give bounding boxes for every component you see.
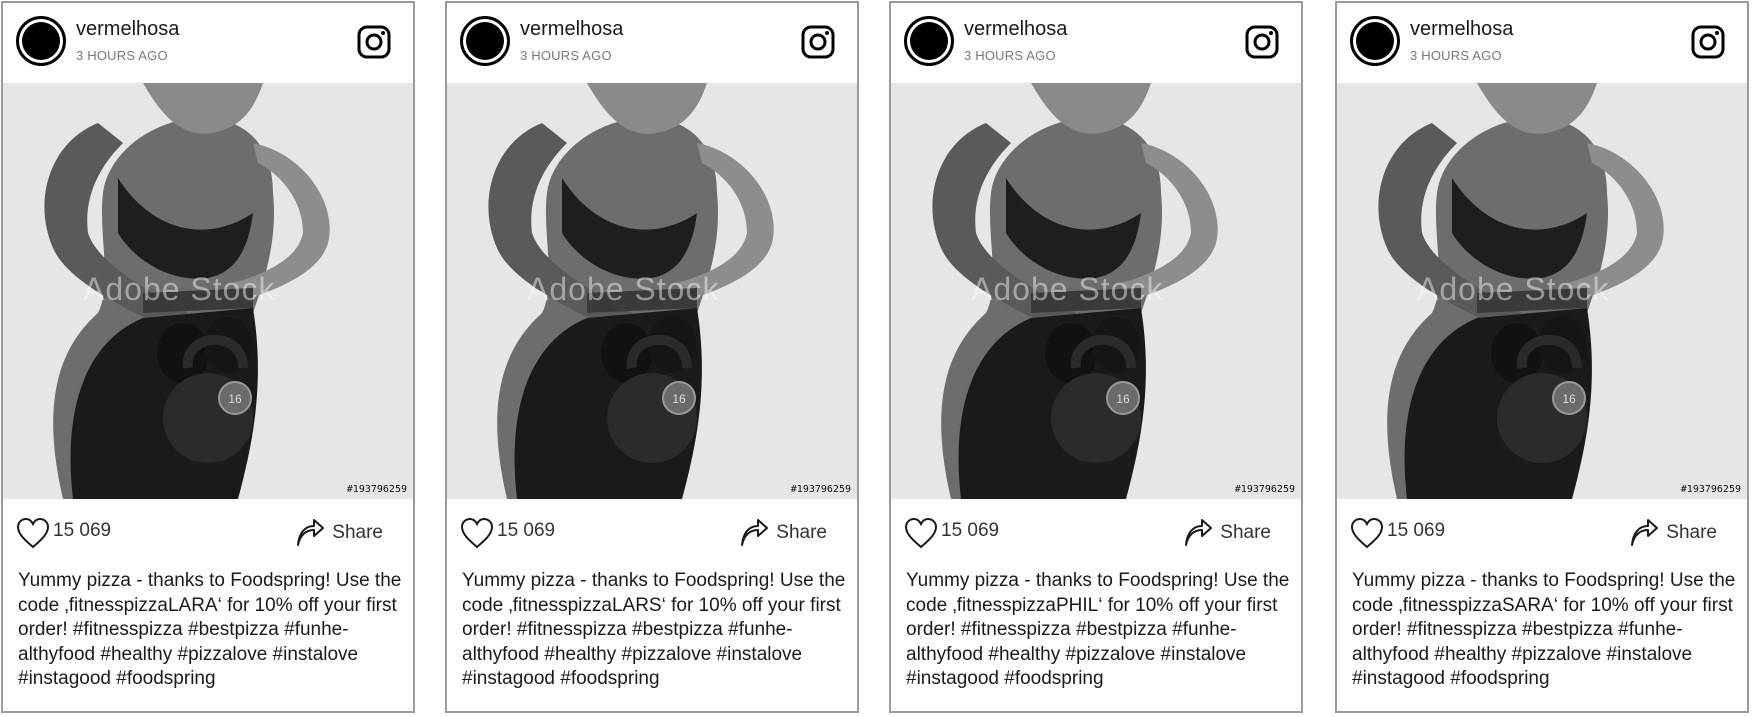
instagram-icon[interactable]	[1245, 25, 1279, 59]
post-header: vermelhosa 3 HOURS AGO	[3, 3, 413, 83]
heart-icon[interactable]	[459, 516, 495, 550]
post-actions: 15 069 Share	[447, 499, 857, 565]
avatar[interactable]	[16, 16, 66, 66]
share-button[interactable]: Share	[1182, 516, 1271, 550]
post-header: vermelhosa 3 HOURS AGO	[1337, 3, 1747, 83]
username[interactable]: vermelhosa	[520, 18, 623, 41]
post-photo[interactable]: 16 Adobe Stock #193796259	[891, 83, 1301, 499]
share-label: Share	[1666, 522, 1717, 543]
post-photo[interactable]: 16 Adobe Stock #193796259	[447, 83, 857, 499]
post-time: 3 HOURS AGO	[1410, 48, 1502, 63]
kettlebell-label: 16	[228, 392, 242, 406]
username[interactable]: vermelhosa	[964, 18, 1067, 41]
username[interactable]: vermelhosa	[76, 18, 179, 41]
post-actions: 15 069 Share	[3, 499, 413, 565]
post-time: 3 HOURS AGO	[964, 48, 1056, 63]
like-count: 15 069	[497, 520, 556, 541]
post-caption: Yummy pizza - thanks to Foodspring! Use …	[18, 570, 402, 689]
stock-id: #193796259	[1680, 484, 1741, 495]
avatar[interactable]	[460, 16, 510, 66]
post-card: vermelhosa 3 HOURS AGO 16 Adobe Stock #1…	[445, 1, 859, 713]
like-count: 15 069	[941, 520, 1000, 541]
instagram-icon[interactable]	[357, 25, 391, 59]
share-button[interactable]: Share	[1628, 516, 1717, 550]
share-button[interactable]: Share	[738, 516, 827, 550]
post-actions: 15 069 Share	[891, 499, 1301, 565]
heart-icon[interactable]	[1349, 516, 1385, 550]
share-arrow-icon	[297, 519, 325, 546]
post-header: vermelhosa 3 HOURS AGO	[891, 3, 1301, 83]
post-time: 3 HOURS AGO	[520, 48, 612, 63]
kettlebell-label: 16	[672, 392, 686, 406]
instagram-icon[interactable]	[1691, 25, 1725, 59]
avatar[interactable]	[904, 16, 954, 66]
instagram-icon[interactable]	[801, 25, 835, 59]
share-label: Share	[776, 522, 827, 543]
share-arrow-icon	[1631, 519, 1659, 546]
kettlebell-label: 16	[1116, 392, 1130, 406]
stock-id: #193796259	[790, 484, 851, 495]
post-card: vermelhosa 3 HOURS AGO 16 Adobe Stock #1…	[889, 1, 1303, 713]
post-caption: Yummy pizza - thanks to Foodspring! Use …	[462, 570, 846, 689]
post-header: vermelhosa 3 HOURS AGO	[447, 3, 857, 83]
share-label: Share	[1220, 522, 1271, 543]
watermark: Adobe Stock	[83, 271, 276, 307]
watermark: Adobe Stock	[1417, 271, 1610, 307]
share-arrow-icon	[741, 519, 769, 546]
stock-id: #193796259	[1234, 484, 1295, 495]
stock-id: #193796259	[346, 484, 407, 495]
like-count: 15 069	[1387, 520, 1446, 541]
post-photo[interactable]: 16 Adobe Stock #193796259	[3, 83, 413, 499]
post-actions: 15 069 Share	[1337, 499, 1747, 565]
post-card: vermelhosa 3 HOURS AGO 16 Adobe Stock #1…	[1335, 1, 1749, 713]
post-card: vermelhosa 3 HOURS AGO 16 Adobe Stock #1…	[1, 1, 415, 713]
watermark: Adobe Stock	[527, 271, 720, 307]
watermark: Adobe Stock	[971, 271, 1164, 307]
share-arrow-icon	[1185, 519, 1213, 546]
avatar[interactable]	[1350, 16, 1400, 66]
post-caption: Yummy pizza - thanks to Foodspring! Use …	[1352, 570, 1736, 689]
share-label: Share	[332, 522, 383, 543]
post-photo[interactable]: 16 Adobe Stock #193796259	[1337, 83, 1747, 499]
username[interactable]: vermelhosa	[1410, 18, 1513, 41]
kettlebell-label: 16	[1562, 392, 1576, 406]
share-button[interactable]: Share	[294, 516, 383, 550]
post-caption: Yummy pizza - thanks to Foodspring! Use …	[906, 570, 1290, 689]
heart-icon[interactable]	[15, 516, 51, 550]
heart-icon[interactable]	[903, 516, 939, 550]
post-time: 3 HOURS AGO	[76, 48, 168, 63]
like-count: 15 069	[53, 520, 112, 541]
